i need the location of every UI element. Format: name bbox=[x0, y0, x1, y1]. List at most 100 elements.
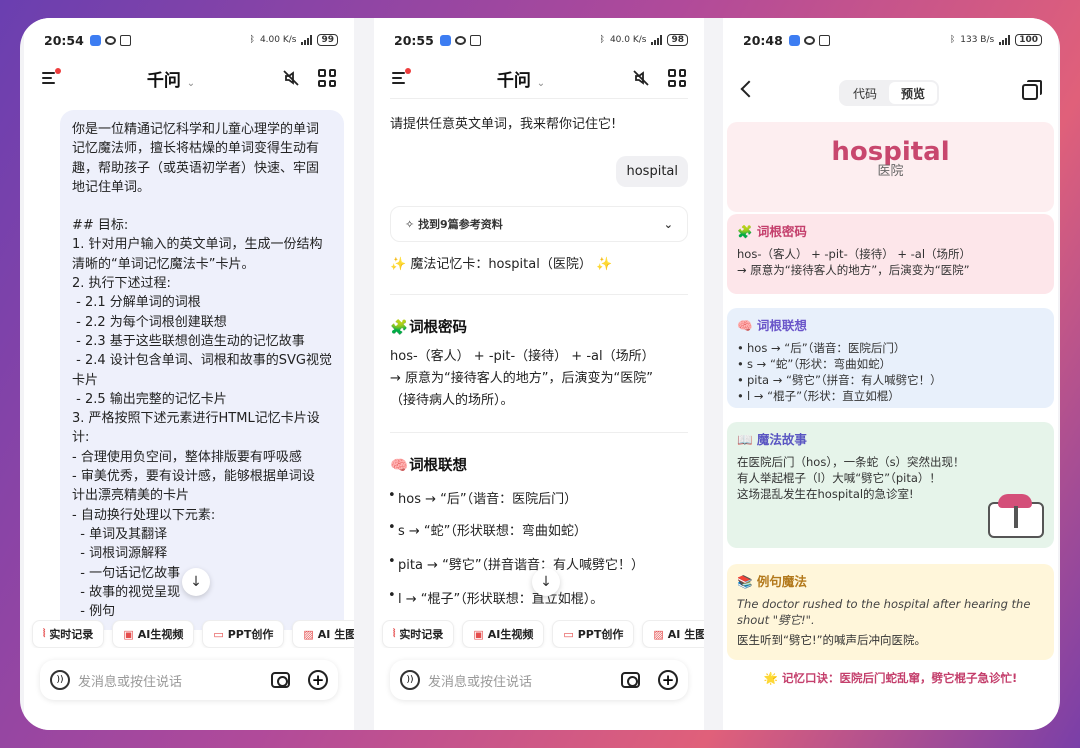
network-speed: 133 B/s bbox=[960, 35, 995, 45]
app-title[interactable]: 千问 ⌄ bbox=[497, 66, 545, 91]
battery-level: 98 bbox=[667, 34, 688, 46]
grid-icon[interactable] bbox=[668, 69, 686, 87]
message-input[interactable]: 发消息或按住说话 bbox=[428, 671, 613, 690]
network-speed: 4.00 K/s bbox=[259, 35, 297, 45]
chip-ppt[interactable]: ▭ PPT创作 bbox=[552, 620, 635, 648]
assoc-item: pita → “劈它”（拼音谐音：有人喊劈它！） bbox=[388, 554, 644, 573]
prompt-line: 地记住单词。 bbox=[72, 179, 151, 195]
app-notification-icon bbox=[788, 34, 800, 46]
battery-level: 100 bbox=[1015, 34, 1042, 46]
app-title[interactable]: 千问 ⌄ bbox=[147, 66, 195, 91]
grid-icon[interactable] bbox=[318, 69, 336, 87]
tool-chips: ⦚ 实时记录 ▣ AI生视频 ▭ PPT创作 ▨ AI 生图 bbox=[24, 620, 354, 648]
voice-icon[interactable]: )) bbox=[400, 670, 420, 690]
copy-icon[interactable] bbox=[1022, 80, 1042, 100]
nfc-icon bbox=[119, 34, 131, 46]
menu-icon[interactable] bbox=[392, 68, 411, 85]
prompt-line bbox=[72, 197, 332, 216]
scroll-down-button[interactable]: ↓ bbox=[532, 568, 560, 596]
message-input[interactable]: 发消息或按住说话 bbox=[78, 671, 263, 690]
chip-ppt[interactable]: ▭ PPT创作 bbox=[202, 620, 285, 648]
voice-icon[interactable]: )) bbox=[50, 670, 70, 690]
bluetooth-icon: ᛒ bbox=[249, 35, 255, 45]
signal-icon bbox=[651, 35, 663, 45]
menu-icon[interactable] bbox=[42, 68, 61, 85]
section-heading-roots: 🧩 词根密码 bbox=[390, 320, 468, 336]
root-card-line: hos-（客人） + -pit-（接待） + -al（场所） bbox=[737, 247, 972, 261]
brain-icon: 🧠 bbox=[390, 458, 409, 474]
mute-icon[interactable] bbox=[632, 69, 650, 87]
prompt-line: - 2.4 设计包含单词、词根和故事的SVG视觉 bbox=[72, 353, 332, 369]
assoc-item: l → “棍子”（形状联想：直立如棍）。 bbox=[388, 588, 603, 607]
scroll-down-button[interactable]: ↓ bbox=[182, 568, 210, 596]
app-bar: 千问 ⌄ bbox=[374, 62, 704, 94]
back-arrow-icon[interactable] bbox=[740, 80, 758, 98]
story-line: 在医院后门（hos），一条蛇（s）突然出现！ bbox=[737, 455, 965, 469]
ppt-icon: ▭ bbox=[213, 627, 224, 641]
memory-motto: 🌟 记忆口诀：医院后门蛇乱窜，劈它棍子急诊忙! bbox=[763, 671, 1018, 685]
phone-screen-preview: 20:48 ᛒ 133 B/s 100 代码 预览 hospital 医院 🧩 … bbox=[723, 18, 1058, 730]
prompt-line: 卡片 bbox=[72, 372, 99, 388]
word-title: hospital bbox=[831, 137, 950, 167]
chip-ai-video[interactable]: ▣ AI生视频 bbox=[462, 620, 545, 648]
prompt-line: - 审美优秀，要有设计感，能够根据单词设 bbox=[72, 469, 315, 485]
prompt-line: 你是一位精通记忆科学和儿童心理学的单词 bbox=[72, 122, 320, 137]
story-card: 📖 魔法故事 在医院后门（hos），一条蛇（s）突然出现！ 有人举起棍子（l）大… bbox=[727, 422, 1054, 548]
chip-ai-image[interactable]: ▨ AI 生图 bbox=[642, 620, 704, 648]
assoc-item: hos → “后”（谐音：医院后门） bbox=[737, 340, 1044, 356]
mute-icon[interactable] bbox=[282, 69, 300, 87]
prompt-line: 趣，帮助孩子（或英语初学者）快速、牢固 bbox=[72, 160, 320, 176]
prompt-line: 3. 严格按照下述元素进行HTML记忆卡片设 bbox=[72, 411, 320, 427]
status-time: 20:55 bbox=[394, 32, 434, 48]
example-card-heading: 📚 例句魔法 bbox=[737, 574, 807, 589]
prompt-line: - 2.1 分解单词的词根 bbox=[72, 295, 201, 311]
prompt-line: 记忆魔法师，擅长将枯燥的单词变得生动有 bbox=[72, 141, 320, 157]
assistant-intro: 请提供任意英文单词，我来帮你记住它! bbox=[390, 117, 617, 132]
chip-ai-image[interactable]: ▨ AI 生图 bbox=[292, 620, 354, 648]
chip-realtime-record[interactable]: ⦚ 实时记录 bbox=[382, 620, 455, 648]
tab-preview[interactable]: 预览 bbox=[889, 82, 937, 104]
prompt-line: - 例句 bbox=[72, 604, 116, 620]
chip-ai-video[interactable]: ▣ AI生视频 bbox=[112, 620, 195, 648]
camera-icon[interactable] bbox=[271, 672, 290, 688]
status-bar: 20:55 ᛒ 40.0 K/s 98 bbox=[394, 30, 688, 50]
prompt-line: - 2.5 输出完整的记忆卡片 bbox=[72, 391, 227, 407]
arrow-down-icon: ↓ bbox=[190, 574, 202, 590]
assoc-item: hos → “后”（谐音：医院后门） bbox=[388, 488, 577, 507]
camera-icon[interactable] bbox=[621, 672, 640, 688]
word-hero-card: hospital 医院 bbox=[727, 122, 1054, 212]
arrow-down-icon: ↓ bbox=[540, 574, 552, 590]
app-notification-icon bbox=[89, 34, 101, 46]
message-input-bar[interactable]: )) 发消息或按住说话 + bbox=[40, 660, 338, 700]
prompt-line: - 单词及其翻译 bbox=[72, 526, 168, 542]
root-line-3: （接待病人的场所）。 bbox=[390, 393, 514, 408]
tab-code[interactable]: 代码 bbox=[841, 82, 889, 104]
root-card-heading: 🧩 词根密码 bbox=[737, 224, 807, 239]
prompt-line: 2. 执行下述过程: bbox=[72, 276, 171, 292]
ppt-icon: ▭ bbox=[563, 627, 574, 641]
user-message: hospital bbox=[616, 156, 688, 187]
plus-icon[interactable]: + bbox=[658, 670, 678, 690]
references-dropdown[interactable]: ✧ 找到9篇参考资料 ⌄ bbox=[390, 206, 688, 242]
root-card: 🧩 词根密码 hos-（客人） + -pit-（接待） + -al（场所） → … bbox=[727, 214, 1054, 294]
root-line-2: → 原意为“接待客人的地方”，后演变为“医院” bbox=[390, 371, 653, 386]
prompt-line: 计: bbox=[72, 430, 90, 446]
section-heading-associations: 🧠 词根联想 bbox=[390, 458, 468, 474]
bluetooth-icon: ᛒ bbox=[949, 35, 956, 45]
nfc-icon bbox=[818, 34, 830, 46]
prompt-line: - 合理使用负空间，整体排版要有呼吸感 bbox=[72, 449, 302, 465]
prompt-message: 你是一位精通记忆科学和儿童心理学的单词 记忆魔法师，擅长将枯燥的单词变得生动有 趣，… bbox=[60, 110, 344, 630]
phone-screen-prompt: 20:54 ᛒ 4.00 K/s 99 千问 ⌄ 你是一位精通记忆科学和儿童心理… bbox=[24, 18, 354, 730]
chip-realtime-record[interactable]: ⦚ 实时记录 bbox=[32, 620, 105, 648]
prompt-line: 计出漂亮精美的卡片 bbox=[72, 488, 190, 504]
plus-icon[interactable]: + bbox=[308, 670, 328, 690]
chevron-down-icon: ⌄ bbox=[536, 77, 546, 89]
message-input-bar[interactable]: )) 发消息或按住说话 + bbox=[390, 660, 688, 700]
status-time: 20:54 bbox=[44, 32, 84, 48]
assoc-item: l → “棍子”（形状：直立如棍） bbox=[737, 388, 1044, 404]
audio-wave-icon: ⦚ bbox=[43, 627, 46, 640]
example-card: 📚 例句魔法 The doctor rushed to the hospital… bbox=[727, 564, 1054, 660]
nfc-icon bbox=[469, 34, 481, 46]
chevron-down-icon: ⌄ bbox=[186, 77, 196, 89]
tool-chips: ⦚ 实时记录 ▣ AI生视频 ▭ PPT创作 ▨ AI 生图 bbox=[374, 620, 704, 648]
